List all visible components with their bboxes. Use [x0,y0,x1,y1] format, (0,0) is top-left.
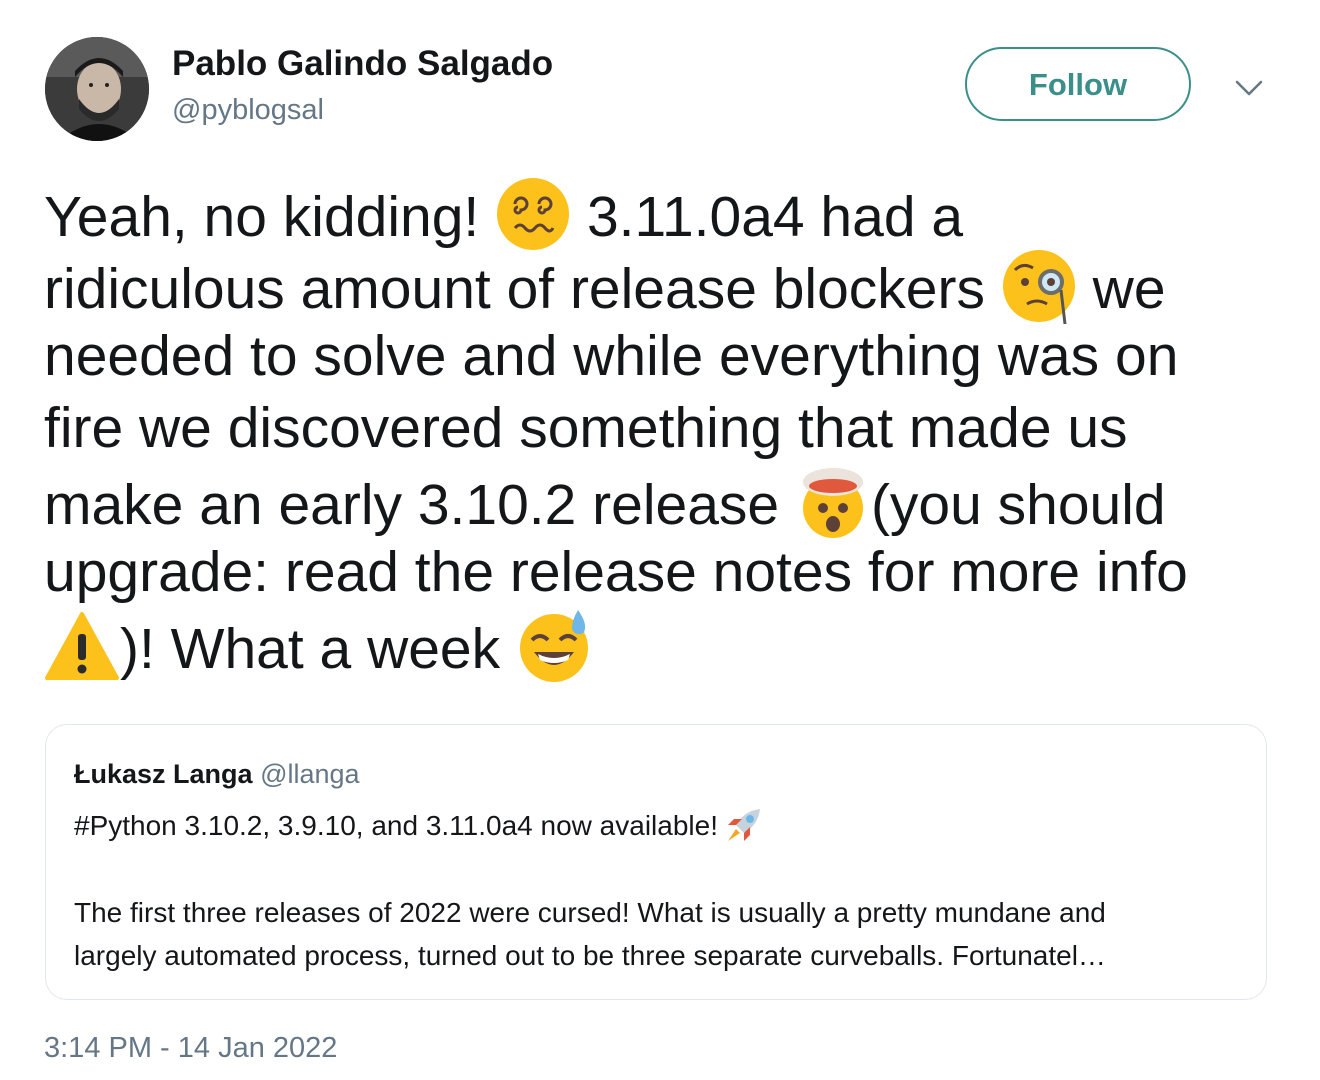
chevron-down-icon[interactable] [1234,76,1264,100]
quoted-tweet[interactable]: Łukasz Langa @llanga #Python 3.10.2, 3.9… [45,724,1267,1000]
author-avatar[interactable] [45,37,149,141]
author-handle[interactable]: @pyblogsal [172,94,324,127]
quoted-tweet-author: Łukasz Langa @llanga [74,759,360,790]
tweet-text-line: fire we discovered something that made u… [44,396,1128,460]
face-with-monocle-icon [1001,248,1077,324]
rocket-icon [724,805,764,845]
author-name[interactable]: Pablo Galindo Salgado [172,44,553,84]
exploding-head-icon [795,464,871,540]
tweet-card: Pablo Galindo Salgado @pyblogsal Follow … [0,0,1320,1080]
tweet-text-line: upgrade: read the release notes for more… [44,540,1188,604]
tweet-text-line: ridiculous amount of release blockers we [44,248,1294,324]
tweet-text-line: )! What a week [44,608,1294,682]
tweet-text-line: Yeah, no kidding! 3.11.0a4 had a [44,176,1294,250]
tweet-timestamp[interactable]: 3:14 PM - 14 Jan 2022 [44,1032,337,1065]
warning-icon [44,608,120,684]
quoted-tweet-headline: #Python 3.10.2, 3.9.10, and 3.11.0a4 now… [74,805,764,845]
dizzy-face-icon [495,176,571,252]
tweet-text-line: needed to solve and while everything was… [44,324,1179,388]
follow-button[interactable]: Follow [965,47,1191,121]
grinning-sweat-icon [516,608,592,684]
quoted-author-handle: @llanga [260,759,360,789]
tweet-text-line: make an early 3.10.2 release (you should [44,464,1294,538]
quoted-tweet-body: The first three releases of 2022 were cu… [74,897,1106,971]
quoted-author-name: Łukasz Langa [74,759,253,789]
tweet-text: Yeah, no kidding! 3.11.0a4 had a ridicul… [44,176,1294,682]
